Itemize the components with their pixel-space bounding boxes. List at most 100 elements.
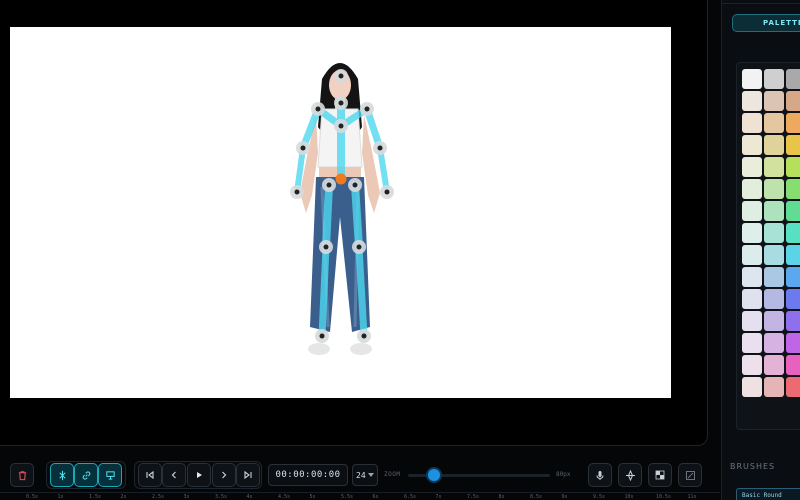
joint-ankle-right[interactable] xyxy=(357,329,371,343)
color-swatch[interactable] xyxy=(786,179,800,199)
target-button[interactable] xyxy=(618,463,642,487)
color-swatch[interactable] xyxy=(786,355,800,375)
swatch-grid xyxy=(742,69,800,397)
ruler-tick-label: 4.5s xyxy=(278,494,291,500)
color-swatch[interactable] xyxy=(742,157,762,177)
record-audio-button[interactable] xyxy=(588,463,612,487)
color-swatch[interactable] xyxy=(786,245,800,265)
skip-to-start-button[interactable] xyxy=(138,463,162,487)
color-swatch[interactable] xyxy=(764,289,784,309)
color-swatch[interactable] xyxy=(786,223,800,243)
timeline-ruler[interactable]: 0.5s 1s 1.5s 2s 2.5s 3s 3.5s 4s 4.5s 5s 5.5s 6s 6.5s… xyxy=(0,492,720,500)
bone-shin-left xyxy=(318,243,330,340)
joint-head[interactable] xyxy=(334,69,348,83)
color-swatch[interactable] xyxy=(786,267,800,287)
joint-hip-left[interactable] xyxy=(322,178,336,192)
color-swatch[interactable] xyxy=(764,113,784,133)
frame-tool-button[interactable] xyxy=(98,463,122,487)
joint-chest[interactable] xyxy=(334,119,348,133)
color-swatch[interactable] xyxy=(742,201,762,221)
ruler-tick-label: 2.5s xyxy=(152,494,165,500)
color-swatch[interactable] xyxy=(742,289,762,309)
color-swatch[interactable] xyxy=(786,201,800,221)
color-swatch[interactable] xyxy=(786,91,800,111)
joint-shoulder-right[interactable] xyxy=(360,102,374,116)
step-forward-icon xyxy=(222,471,227,479)
color-swatch[interactable] xyxy=(786,157,800,177)
color-swatch[interactable] xyxy=(742,377,762,397)
joint-elbow-left[interactable] xyxy=(296,141,310,155)
color-swatch[interactable] xyxy=(742,245,762,265)
canvas-viewport[interactable] xyxy=(0,0,708,446)
fps-select[interactable]: 24 xyxy=(352,464,378,486)
color-swatch[interactable] xyxy=(764,311,784,331)
color-swatch[interactable] xyxy=(764,157,784,177)
checker-button[interactable] xyxy=(648,463,672,487)
joint-hip-right[interactable] xyxy=(348,178,362,192)
delete-button[interactable] xyxy=(10,463,34,487)
play-button[interactable] xyxy=(187,463,211,487)
link-icon xyxy=(82,470,90,480)
joint-wrist-right[interactable] xyxy=(380,185,394,199)
step-forward-button[interactable] xyxy=(212,463,236,487)
color-swatch[interactable] xyxy=(764,223,784,243)
color-swatch[interactable] xyxy=(764,333,784,353)
color-swatch[interactable] xyxy=(786,113,800,133)
trash-icon xyxy=(18,470,26,480)
link-tool-button[interactable] xyxy=(74,463,98,487)
color-swatch[interactable] xyxy=(742,135,762,155)
bone-tool-button[interactable] xyxy=(50,463,74,487)
ruler-tick-label: 8.5s xyxy=(530,494,543,500)
color-swatch[interactable] xyxy=(742,223,762,243)
color-swatch[interactable] xyxy=(786,289,800,309)
color-swatch[interactable] xyxy=(742,91,762,111)
joint-neck[interactable] xyxy=(334,96,348,110)
color-swatch[interactable] xyxy=(764,69,784,89)
color-swatch[interactable] xyxy=(786,69,800,89)
joint-knee-right[interactable] xyxy=(352,240,366,254)
tab-palette[interactable]: PALETTE xyxy=(732,14,800,32)
skip-to-end-button[interactable] xyxy=(236,463,260,487)
step-back-button[interactable] xyxy=(162,463,186,487)
zoom-slider-thumb[interactable] xyxy=(427,469,440,481)
joint-shoulder-left[interactable] xyxy=(311,102,325,116)
bone-thigh-right xyxy=(351,181,363,251)
frame-icon xyxy=(105,470,115,480)
play-icon xyxy=(197,472,202,478)
color-swatch[interactable] xyxy=(764,91,784,111)
color-swatch[interactable] xyxy=(786,135,800,155)
color-swatch[interactable] xyxy=(764,179,784,199)
joint-knee-left[interactable] xyxy=(319,240,333,254)
color-swatch[interactable] xyxy=(764,355,784,375)
color-swatch[interactable] xyxy=(786,377,800,397)
color-swatch[interactable] xyxy=(742,267,762,287)
color-swatch[interactable] xyxy=(764,377,784,397)
brush-item-selected[interactable]: Basic Round xyxy=(736,488,800,500)
joint-ankle-left[interactable] xyxy=(315,329,329,343)
artboard[interactable] xyxy=(10,27,671,398)
timecode-display[interactable]: 00:00:00:00 xyxy=(268,464,348,486)
color-swatch[interactable] xyxy=(742,311,762,331)
color-swatch[interactable] xyxy=(742,333,762,353)
color-swatch[interactable] xyxy=(786,311,800,331)
ruler-tick-label: 5s xyxy=(309,494,316,500)
color-swatch[interactable] xyxy=(764,201,784,221)
color-swatch[interactable] xyxy=(742,179,762,199)
color-swatch[interactable] xyxy=(764,135,784,155)
image-export-button[interactable] xyxy=(678,463,702,487)
fps-value: 24 xyxy=(356,470,366,480)
joint-elbow-right[interactable] xyxy=(373,141,387,155)
ruler-tick-label: 1.5s xyxy=(89,494,102,500)
ruler-tick-label: 11s xyxy=(687,494,697,500)
color-swatch[interactable] xyxy=(742,69,762,89)
color-swatch[interactable] xyxy=(742,355,762,375)
color-swatch[interactable] xyxy=(764,267,784,287)
character-rig[interactable] xyxy=(10,27,671,398)
joint-root[interactable] xyxy=(335,173,347,185)
color-swatch[interactable] xyxy=(764,245,784,265)
color-swatch[interactable] xyxy=(742,113,762,133)
color-swatch[interactable] xyxy=(786,333,800,353)
ruler-tick-label: 6.5s xyxy=(404,494,417,500)
ruler-tick-label: 7s xyxy=(435,494,442,500)
joint-wrist-left[interactable] xyxy=(290,185,304,199)
